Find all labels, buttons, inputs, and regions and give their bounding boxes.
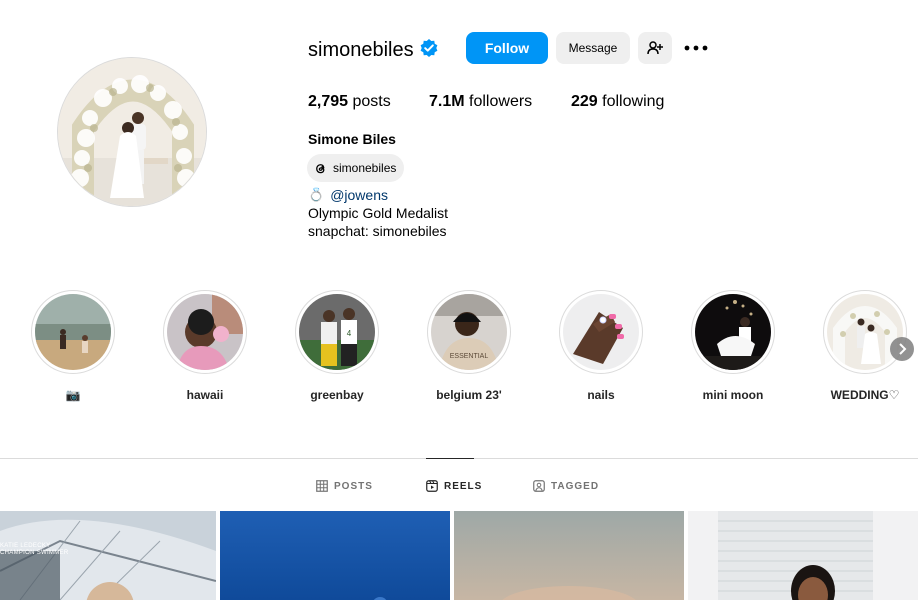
followers-link[interactable]: 7.1M followers (429, 92, 532, 112)
reel-thumbnail[interactable] (688, 511, 918, 600)
posts-label: posts (352, 93, 391, 110)
reel-caption-line: KATIE LEDECKY (0, 543, 51, 549)
grid-icon (316, 480, 328, 492)
add-user-button[interactable] (638, 32, 672, 64)
profile-full-name: Simone Biles (308, 131, 396, 147)
highlight-label: WEDDING♡ (830, 388, 900, 402)
following-value: 229 (571, 93, 598, 110)
reel-thumbnail[interactable] (454, 511, 684, 600)
highlight-label: mini moon (702, 388, 764, 402)
following-link[interactable]: 229 following (571, 92, 664, 112)
highlight-item[interactable]: ESSENTIAL belgium 23' (427, 290, 511, 402)
more-options-button[interactable] (680, 32, 712, 64)
highlight-cover: ESSENTIAL (431, 294, 507, 370)
tab-reels-label: REELS (444, 480, 483, 492)
ring-emoji: 💍 (308, 187, 325, 202)
active-tab-indicator (426, 458, 474, 459)
tab-tagged-label: TAGGED (551, 480, 600, 492)
followers-label: followers (469, 93, 533, 110)
mention-link[interactable]: @jowens (330, 186, 388, 204)
bio-mention-line: 💍 @jowens (308, 186, 388, 204)
threads-link[interactable]: simonebiles (307, 154, 405, 182)
threads-icon (313, 161, 328, 176)
add-user-icon (647, 40, 663, 56)
tab-tagged[interactable]: TAGGED (533, 478, 599, 494)
verified-badge-icon (419, 38, 439, 58)
highlight-item[interactable]: nails (559, 290, 643, 402)
highlight-item[interactable]: hawaii (163, 290, 247, 402)
highlight-cover (35, 294, 111, 370)
reel-caption-line: CHAMPION SWIMMER (0, 550, 69, 556)
highlight-item[interactable]: mini moon (691, 290, 775, 402)
profile-avatar[interactable] (57, 57, 207, 207)
highlight-label: greenbay (310, 388, 364, 402)
highlight-item[interactable]: WEDDING♡ (823, 290, 907, 402)
highlight-label: hawaii (186, 388, 224, 402)
posts-count: 2,795 posts (308, 92, 391, 112)
highlight-cover (563, 294, 639, 370)
highlight-label: belgium 23' (436, 388, 502, 402)
highlights-next-button[interactable] (890, 337, 914, 361)
reels-icon (426, 480, 438, 492)
tagged-icon (533, 480, 545, 492)
highlight-label: nails (587, 388, 615, 402)
reel-thumbnail[interactable] (220, 511, 450, 600)
bio-line-1: Olympic Gold Medalist (308, 205, 449, 221)
highlight-item[interactable]: 📷 (31, 290, 115, 402)
tab-reels[interactable]: REELS (426, 478, 482, 494)
tab-posts-label: POSTS (334, 480, 373, 492)
reel-thumbnail[interactable]: KATIE LEDECKY CHAMPION SWIMMER (0, 511, 216, 600)
highlight-cover: 4 (299, 294, 375, 370)
follow-button[interactable]: Follow (466, 32, 548, 64)
profile-username: simonebiles (308, 39, 414, 61)
svg-text:ESSENTIAL: ESSENTIAL (450, 353, 489, 360)
reel-caption: KATIE LEDECKY CHAMPION SWIMMER (0, 543, 68, 557)
svg-text:4: 4 (347, 329, 352, 338)
highlight-item[interactable]: 4 greenbay (295, 290, 379, 402)
message-button[interactable]: Message (556, 32, 630, 64)
more-options-icon (684, 45, 708, 51)
highlight-cover (695, 294, 771, 370)
tab-posts[interactable]: POSTS (316, 478, 373, 494)
highlight-cover (167, 294, 243, 370)
threads-handle: simonebiles (333, 161, 397, 175)
chevron-right-icon (897, 343, 907, 355)
followers-value: 7.1M (429, 93, 465, 110)
posts-value: 2,795 (308, 93, 349, 110)
highlight-cover (827, 294, 903, 370)
highlight-label: 📷 (65, 388, 81, 402)
following-label: following (602, 93, 665, 110)
bio-line-2: snapchat: simonebiles (308, 223, 447, 239)
